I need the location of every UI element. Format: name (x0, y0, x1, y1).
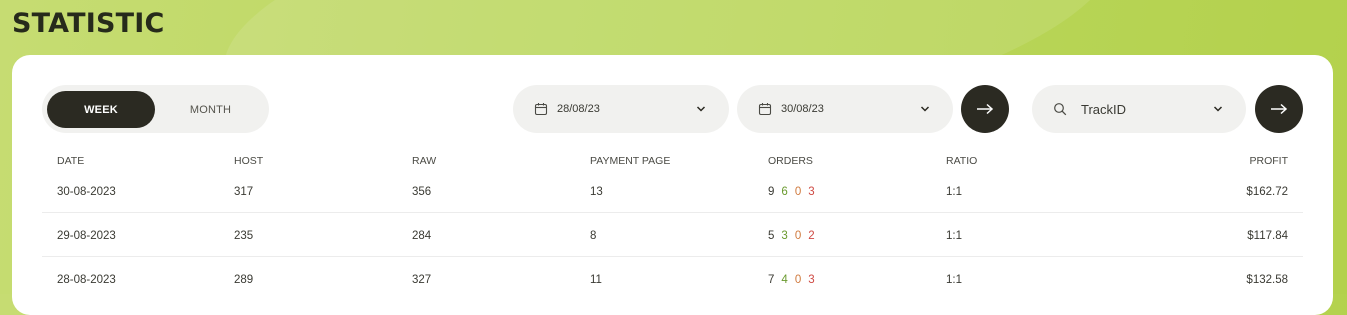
cell-date: 29-08-2023 (57, 230, 116, 242)
cell-date: 30-08-2023 (57, 186, 116, 198)
trackid-select[interactable]: TrackID (1032, 85, 1246, 133)
orders-fail: 3 (808, 274, 815, 286)
cell-host: 235 (234, 230, 254, 242)
cell-payment-page: 8 (590, 230, 597, 242)
apply-trackid-button[interactable] (1255, 85, 1303, 133)
calendar-icon (534, 103, 548, 116)
orders-total: 5 (768, 230, 775, 242)
cell-date: 28-08-2023 (57, 274, 116, 286)
header-payment-page: PAYMENT PAGE (590, 155, 671, 167)
cell-orders: 5302 (768, 230, 822, 242)
cell-orders: 9603 (768, 186, 822, 198)
orders-ok: 3 (781, 230, 788, 242)
cell-ratio: 1:1 (946, 186, 962, 198)
week-button[interactable]: WEEK (47, 91, 155, 128)
orders-pending: 0 (794, 230, 802, 242)
table-row: 30-08-2023 317 356 13 9603 1:1 $162.72 (42, 169, 1303, 213)
date-from-select[interactable]: 28/08/23 (513, 85, 729, 133)
arrow-right-icon (1271, 103, 1288, 115)
orders-ok: 4 (781, 274, 788, 286)
orders-pending: 0 (794, 186, 802, 198)
cell-payment-page: 13 (590, 186, 603, 198)
date-to-value: 30/08/23 (781, 103, 824, 115)
cell-host: 289 (234, 274, 254, 286)
cell-ratio: 1:1 (946, 230, 962, 242)
cell-profit: $132.58 (1246, 274, 1288, 286)
calendar-icon (758, 103, 772, 116)
orders-fail: 3 (808, 186, 815, 198)
cell-ratio: 1:1 (946, 274, 962, 286)
header-raw: RAW (412, 155, 437, 167)
table-row: 29-08-2023 235 284 8 5302 1:1 $117.84 (42, 213, 1303, 257)
header-host: HOST (234, 155, 264, 167)
chevron-down-icon (696, 106, 706, 112)
cell-payment-page: 11 (590, 274, 602, 286)
search-icon (1054, 103, 1067, 116)
chevron-down-icon (920, 106, 930, 112)
statistics-table: DATE HOST RAW PAYMENT PAGE ORDERS RATIO … (42, 155, 1303, 300)
header-orders: ORDERS (768, 155, 813, 167)
header-profit: PROFIT (1249, 155, 1289, 167)
date-to-select[interactable]: 30/08/23 (737, 85, 953, 133)
orders-pending: 0 (794, 274, 802, 286)
cell-raw: 284 (412, 230, 432, 242)
trackid-label: TrackID (1081, 101, 1127, 117)
orders-ok: 6 (781, 186, 788, 198)
header-date: DATE (57, 155, 85, 167)
month-button[interactable]: MONTH (159, 91, 262, 128)
cell-host: 317 (234, 186, 254, 198)
header-ratio: RATIO (946, 155, 978, 167)
statistics-card: WEEK MONTH 28/08/23 30/08/23 TrackID DAT… (12, 55, 1333, 315)
orders-fail: 2 (808, 230, 815, 242)
cell-raw: 356 (412, 186, 432, 198)
cell-orders: 7403 (768, 274, 822, 286)
period-toggle: WEEK MONTH (42, 85, 269, 133)
table-header: DATE HOST RAW PAYMENT PAGE ORDERS RATIO … (42, 155, 1303, 169)
apply-dates-button[interactable] (961, 85, 1009, 133)
cell-profit: $117.84 (1247, 230, 1288, 242)
orders-total: 9 (768, 186, 775, 198)
chevron-down-icon (1213, 106, 1223, 112)
date-from-value: 28/08/23 (557, 103, 600, 115)
arrow-right-icon (977, 103, 994, 115)
cell-profit: $162.72 (1246, 186, 1288, 198)
cell-raw: 327 (412, 274, 432, 286)
page-title: STATISTIC (12, 8, 165, 39)
orders-total: 7 (768, 274, 775, 286)
